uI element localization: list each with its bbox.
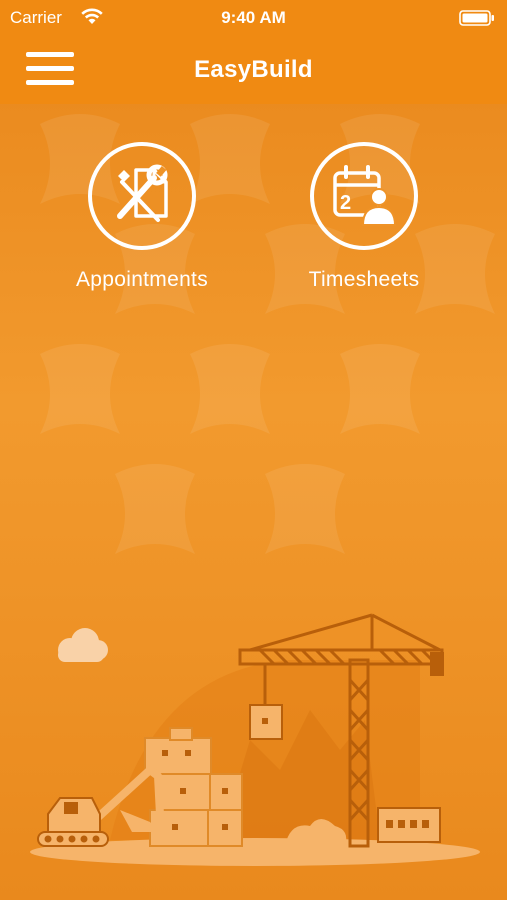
timesheets-button[interactable]: 2 [310,142,418,250]
status-bar: Carrier 9:40 AM [0,0,507,36]
navigation-bar: EasyBuild [0,36,507,104]
timesheets-tile[interactable]: 2 Timesheets [264,142,464,292]
calendar-number: 2 [340,192,351,214]
appointments-button[interactable] [88,142,196,250]
timesheets-label: Timesheets [308,268,420,291]
tools-document-icon [117,164,168,222]
construction-site-illustration [30,613,480,866]
battery-icon [459,10,494,26]
app-title: EasyBuild [194,56,313,83]
cloud [58,628,108,662]
appointments-tile[interactable]: Appointments [42,142,242,292]
calendar-person-icon: 2 [333,165,397,226]
status-time: 9:40 AM [221,8,286,27]
appointments-label: Appointments [75,268,208,291]
